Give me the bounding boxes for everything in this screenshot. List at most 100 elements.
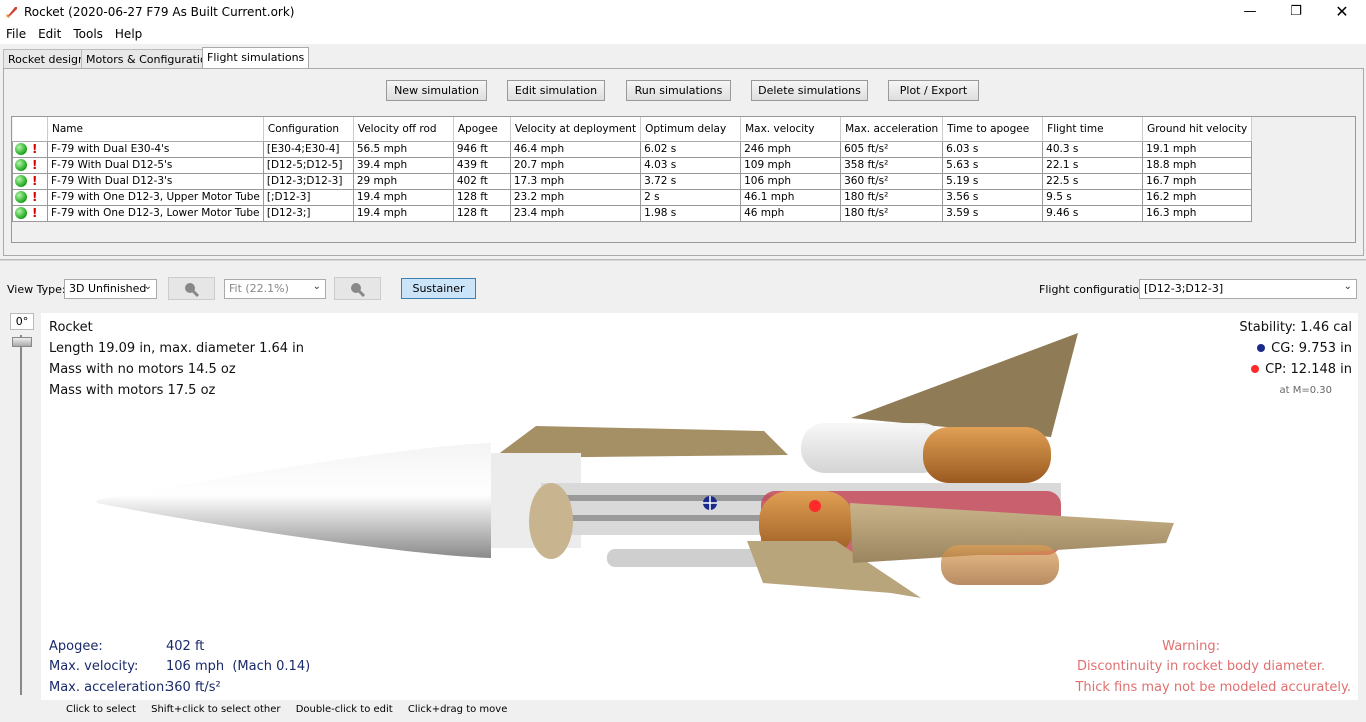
magnifier-icon — [185, 283, 200, 298]
tab-flight-simulations[interactable]: Flight simulations — [202, 47, 310, 69]
menu-help[interactable]: Help — [109, 24, 148, 41]
column-header-flight-time[interactable]: Flight time — [1042, 117, 1144, 142]
rocket-mass-no-motors: Mass with no motors 14.5 oz — [49, 362, 236, 377]
column-header-max-acceleration[interactable]: Max. acceleration — [840, 117, 944, 142]
column-header-status[interactable] — [12, 117, 48, 142]
flight-configuration-select[interactable]: [D12-3;D12-3] ⌄ — [1139, 279, 1357, 299]
zoom-out-button[interactable] — [168, 277, 215, 300]
nose-cone[interactable] — [97, 443, 491, 558]
table-cell: 360 ft/s² — [840, 172, 944, 190]
cg-value: CG: 9.753 in — [1257, 341, 1352, 356]
table-row[interactable]: ! F-79 with Dual E30-4's [E30-4;E30-4] 56.5… — [12, 140, 1253, 158]
sustainer-toggle-button[interactable]: Sustainer — [401, 278, 476, 299]
rocket-figure[interactable] — [41, 313, 1358, 700]
table-cell: 246 mph — [740, 140, 842, 158]
zoom-select[interactable]: Fit (22.1%) ⌄ — [224, 279, 326, 299]
warning-icon: ! — [32, 174, 38, 188]
column-header-optimum-delay[interactable]: Optimum delay — [640, 117, 742, 142]
menu-edit[interactable]: Edit — [32, 24, 67, 41]
edit-simulation-button[interactable]: Edit simulation — [507, 80, 605, 101]
column-header-configuration[interactable]: Configuration — [263, 117, 354, 142]
table-row[interactable]: ! F-79 With Dual D12-3's [D12-3;D12-3] 29 m… — [12, 172, 1253, 190]
delete-simulations-button[interactable]: Delete simulations — [751, 80, 868, 101]
column-header-name[interactable]: Name — [47, 117, 264, 142]
cg-legend-icon — [1257, 344, 1266, 352]
rotation-slider[interactable]: 0° — [7, 313, 37, 700]
max-acceleration-value: 360 ft/s² — [166, 680, 221, 695]
warning-thick-fins: Thick fins may not be modeled accurately… — [1075, 680, 1351, 695]
column-header-apogee[interactable]: Apogee — [453, 117, 511, 142]
table-cell: 19.4 mph — [352, 188, 454, 206]
cp-value-text: CP: 12.148 in — [1265, 362, 1352, 377]
view-type-select[interactable]: 3D Unfinished ⌄ — [64, 279, 157, 299]
table-cell: 40.3 s — [1042, 140, 1144, 158]
slider-thumb[interactable] — [12, 337, 32, 347]
magnifier-icon — [351, 283, 366, 298]
chevron-down-icon: ⌄ — [1343, 281, 1352, 292]
column-header-ground-hit-velocity[interactable]: Ground hit velocity — [1142, 117, 1253, 142]
tab-motors-configuration[interactable]: Motors & Configuration — [81, 49, 219, 68]
column-header-max-velocity[interactable]: Max. velocity — [740, 117, 842, 142]
table-cell: 9.5 s — [1042, 188, 1144, 206]
menu-file[interactable]: File — [0, 24, 32, 41]
table-cell: 358 ft/s² — [840, 156, 944, 174]
close-button[interactable]: ✕ — [1319, 0, 1365, 24]
status-cell: ! — [12, 140, 48, 158]
apogee-value: 402 ft — [166, 639, 205, 654]
view-type-label: View Type: — [7, 283, 66, 296]
rocket-3d-view[interactable]: Rocket Length 19.09 in, max. diameter 1.… — [41, 313, 1358, 700]
upper-fin[interactable] — [851, 333, 1078, 437]
tab-rocket-design[interactable]: Rocket design — [3, 49, 90, 68]
status-ok-icon — [15, 143, 27, 155]
table-cell: 18.8 mph — [1142, 156, 1253, 174]
minimize-button[interactable]: — — [1227, 0, 1273, 24]
table-row[interactable]: ! F-79 with One D12-3, Lower Motor Tube [D… — [12, 204, 1253, 222]
new-simulation-button[interactable]: New simulation — [386, 80, 487, 101]
table-cell: 46.4 mph — [509, 140, 642, 158]
table-cell: 23.4 mph — [509, 204, 642, 222]
centering-ring[interactable] — [529, 483, 573, 559]
status-ok-icon — [15, 207, 27, 219]
mach-value: at M=0.30 — [1279, 385, 1333, 396]
rail — [561, 515, 791, 521]
max-acceleration-label: Max. acceleration: — [49, 680, 169, 695]
maximize-button[interactable]: ❐ — [1273, 0, 1319, 24]
plot-export-button[interactable]: Plot / Export — [888, 80, 979, 101]
hint-shift-click: Shift+click to select other — [151, 704, 281, 715]
menu-tools[interactable]: Tools — [67, 24, 109, 41]
upper-motor[interactable] — [923, 427, 1051, 483]
simulations-table: Name Configuration Velocity off rod Apog… — [12, 117, 1253, 222]
table-cell: 16.2 mph — [1142, 188, 1253, 206]
status-hints: Click to select Shift+click to select ot… — [66, 704, 519, 715]
run-simulations-button[interactable]: Run simulations — [626, 80, 731, 101]
table-cell: 19.1 mph — [1142, 140, 1253, 158]
stability-value: Stability: 1.46 cal — [1239, 320, 1352, 335]
table-row[interactable]: ! F-79 with One D12-3, Upper Motor Tube [;… — [12, 188, 1253, 206]
table-cell: 5.19 s — [942, 172, 1044, 190]
cg-value-text: CG: 9.753 in — [1271, 341, 1352, 356]
chevron-down-icon: ⌄ — [143, 281, 152, 292]
status-ok-icon — [15, 191, 27, 203]
rocket-mass-motors: Mass with motors 17.5 oz — [49, 383, 216, 398]
flight-configuration-label: Flight configuration: — [1039, 283, 1150, 296]
table-row[interactable]: ! F-79 With Dual D12-5's [D12-5;D12-5] 39.4… — [12, 156, 1253, 174]
warning-discontinuity: Discontinuity in rocket body diameter. — [1076, 659, 1325, 674]
split-pane-divider[interactable] — [0, 259, 1366, 261]
table-cell: 3.56 s — [942, 188, 1044, 206]
simulations-table-container: Name Configuration Velocity off rod Apog… — [11, 116, 1356, 243]
table-cell: 128 ft — [452, 188, 511, 206]
hint-click: Click to select — [66, 704, 136, 715]
column-header-velocity-off-rod[interactable]: Velocity off rod — [353, 117, 454, 142]
zoom-in-button[interactable] — [334, 277, 381, 300]
rotation-value: 0° — [10, 313, 34, 330]
column-header-velocity-at-deployment[interactable]: Velocity at deployment — [510, 117, 642, 142]
table-cell: 23.2 mph — [509, 188, 642, 206]
table-cell: [E30-4;E30-4] — [262, 140, 354, 158]
table-cell: 46 mph — [740, 204, 842, 222]
status-cell: ! — [12, 188, 48, 206]
column-header-time-to-apogee[interactable]: Time to apogee — [942, 117, 1044, 142]
table-cell: 180 ft/s² — [840, 188, 944, 206]
lower-motor-end[interactable] — [941, 545, 1059, 585]
table-cell: 56.5 mph — [352, 140, 454, 158]
rocket-app-icon — [6, 7, 17, 18]
